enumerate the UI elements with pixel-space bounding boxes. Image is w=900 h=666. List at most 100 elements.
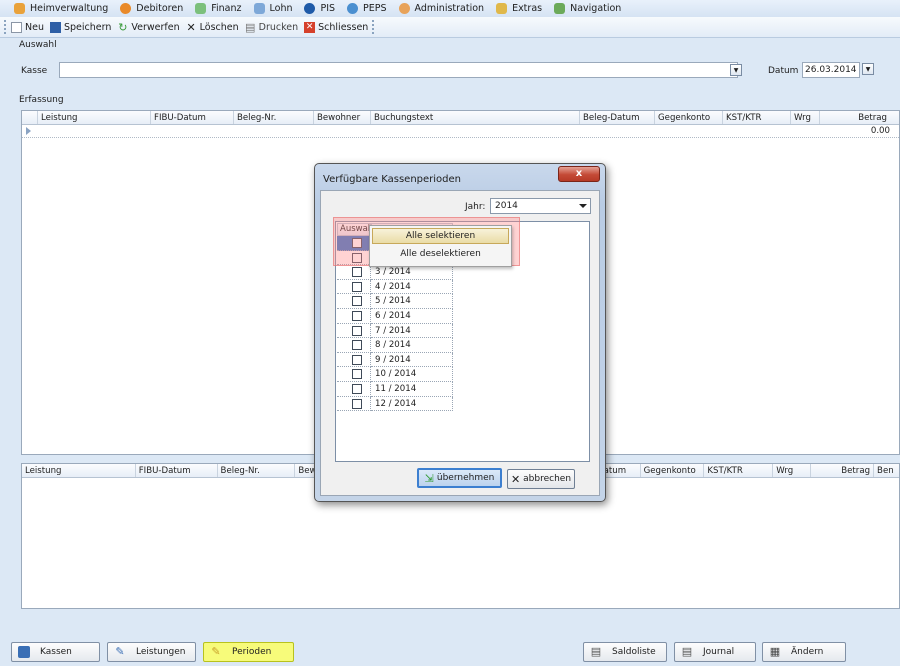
period-row[interactable]: 11 / 2014: [337, 382, 453, 397]
perioden-button[interactable]: ✎ Perioden: [203, 642, 294, 662]
col-leistung[interactable]: Leistung: [38, 111, 151, 124]
close-icon: x: [575, 168, 583, 179]
kassenperioden-dialog[interactable]: Verfügbare Kassenperioden x Jahr: 2014 A…: [314, 163, 606, 502]
col-bewohner[interactable]: Bewohner: [314, 111, 371, 124]
period-label: 4 / 2014: [371, 279, 453, 295]
menu-administration[interactable]: Administration: [398, 3, 484, 14]
kasse-dropdown-button[interactable]: ▼: [730, 64, 742, 76]
period-row[interactable]: 4 / 2014: [337, 279, 453, 295]
info-icon: [304, 3, 316, 14]
datum-field[interactable]: 26.03.2014: [802, 62, 860, 78]
menu-peps[interactable]: PEPS: [347, 3, 387, 14]
col-gegenkonto[interactable]: Gegenkonto: [655, 111, 723, 124]
edit-form-icon: ▦: [769, 645, 781, 658]
menu-lohn[interactable]: Lohn: [253, 3, 292, 14]
new-document-icon: [11, 21, 22, 33]
select-all-menu-item[interactable]: Alle selektieren: [372, 228, 509, 244]
table-row[interactable]: 0.00: [22, 125, 899, 138]
saldoliste-button[interactable]: ▤ Saldoliste: [583, 642, 667, 662]
col-beleg-nr[interactable]: Beleg-Nr.: [234, 111, 314, 124]
col-betrag[interactable]: Betrag: [811, 464, 875, 477]
floppy-icon: [49, 21, 61, 33]
journal-button[interactable]: ▤ Journal: [674, 642, 756, 662]
x-icon: ✕: [186, 20, 196, 34]
period-row[interactable]: 7 / 2014: [337, 323, 453, 339]
period-row[interactable]: 3 / 2014: [337, 265, 453, 280]
close-form-button[interactable]: ✕ Schliessen: [304, 21, 368, 33]
col-wrg[interactable]: Wrg: [791, 111, 820, 124]
period-checkbox[interactable]: [352, 369, 362, 380]
datum-dropdown-button[interactable]: ▼: [862, 63, 874, 75]
menu-debitoren[interactable]: Debitoren: [120, 3, 183, 14]
menu-heimverwaltung[interactable]: Heimverwaltung: [14, 3, 108, 14]
finance-icon: [195, 3, 207, 14]
period-checkbox[interactable]: [352, 340, 362, 351]
period-checkbox[interactable]: [352, 354, 362, 365]
period-label: 11 / 2014: [371, 382, 453, 397]
col-ben[interactable]: Ben: [874, 464, 899, 477]
save-button[interactable]: Speichern: [49, 21, 111, 33]
period-row[interactable]: 5 / 2014: [337, 294, 453, 309]
col-beleg-datum[interactable]: Beleg-Datum: [580, 111, 655, 124]
leistungen-button[interactable]: ✎ Leistungen: [107, 642, 196, 662]
menu-pis[interactable]: PIS: [304, 3, 335, 14]
dialog-close-button[interactable]: x: [558, 166, 600, 182]
check-arrow-icon: ⇲: [424, 471, 434, 485]
period-checkbox[interactable]: [352, 311, 362, 321]
period-row[interactable]: 8 / 2014: [337, 338, 453, 353]
chevron-down-icon: ▼: [733, 67, 739, 74]
col-beleg-datum[interactable]: atum: [601, 464, 641, 477]
year-select[interactable]: 2014: [490, 198, 591, 214]
col-beleg-nr[interactable]: Beleg-Nr.: [218, 464, 296, 477]
aendern-button[interactable]: ▦ Ändern: [762, 642, 846, 662]
period-checkbox[interactable]: [352, 281, 362, 292]
new-button[interactable]: Neu: [11, 21, 44, 33]
kassen-icon: [18, 646, 30, 658]
period-row[interactable]: 9 / 2014: [337, 352, 453, 368]
apply-button[interactable]: ⇲ übernehmen: [417, 468, 502, 488]
pencil-icon: ✎: [211, 645, 221, 658]
edit-list-icon: ✎: [115, 645, 125, 658]
card-icon: [253, 3, 265, 14]
period-row[interactable]: 12 / 2014: [337, 396, 453, 412]
printer-icon: ▤: [681, 645, 693, 658]
undo-arrow-icon: ↻: [118, 20, 128, 34]
period-row[interactable]: 6 / 2014: [337, 309, 453, 324]
col-betrag[interactable]: Betrag: [820, 111, 890, 124]
period-row[interactable]: 10 / 2014: [337, 367, 453, 382]
col-wrg[interactable]: Wrg: [773, 464, 812, 477]
menu-navigation[interactable]: Navigation: [554, 3, 621, 14]
period-checkbox[interactable]: [352, 384, 362, 394]
col-kst-ktr[interactable]: KST/KTR: [704, 464, 774, 477]
navigation-icon: [554, 3, 566, 14]
kassen-button[interactable]: Kassen: [11, 642, 100, 662]
period-checkbox[interactable]: [352, 325, 362, 336]
period-checkbox[interactable]: [352, 296, 362, 307]
printer-icon: ▤: [590, 645, 602, 658]
col-fibu-datum[interactable]: FIBU-Datum: [136, 464, 218, 477]
discard-button[interactable]: ↻ Verwerfen: [117, 22, 179, 33]
col-gegenkonto[interactable]: Gegenkonto: [641, 464, 705, 477]
delete-button[interactable]: ✕ Löschen: [186, 22, 239, 33]
auswahl-section-label: Auswahl: [19, 40, 57, 50]
col-buchungstext[interactable]: Buchungstext: [371, 111, 580, 124]
cancel-button[interactable]: ✕ abbrechen: [507, 469, 575, 489]
wrench-icon: [496, 3, 508, 14]
period-checkbox[interactable]: [352, 398, 362, 409]
col-leistung[interactable]: Leistung: [22, 464, 136, 477]
period-label: 6 / 2014: [371, 309, 453, 324]
print-button[interactable]: ▤ Drucken: [244, 20, 298, 34]
deselect-all-menu-item[interactable]: Alle deselektieren: [372, 247, 509, 263]
kasse-combobox[interactable]: [59, 62, 738, 78]
col-kst-ktr[interactable]: KST/KTR: [723, 111, 791, 124]
printer-icon: ▤: [244, 20, 256, 34]
period-checkbox[interactable]: [352, 267, 362, 278]
period-label: 10 / 2014: [371, 367, 453, 382]
dialog-title: Verfügbare Kassenperioden: [323, 174, 461, 185]
menu-extras[interactable]: Extras: [496, 3, 542, 14]
main-menubar: Heimverwaltung Debitoren Finanz Lohn PIS…: [0, 0, 900, 17]
toolbar-grip-end: [372, 20, 375, 34]
menu-finanz[interactable]: Finanz: [195, 3, 242, 14]
main-toolbar: Neu Speichern ↻ Verwerfen ✕ Löschen ▤ Druck…: [0, 17, 900, 38]
col-fibu-datum[interactable]: FIBU-Datum: [151, 111, 234, 124]
